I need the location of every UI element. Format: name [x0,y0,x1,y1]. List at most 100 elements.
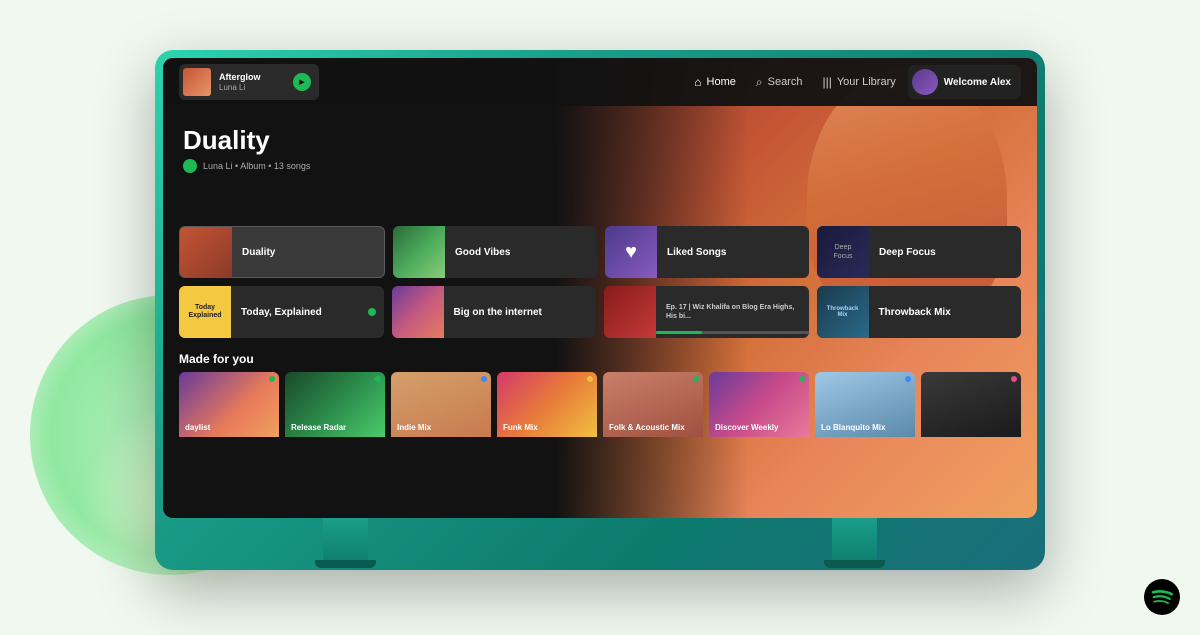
album-title: Duality [183,126,1017,155]
grid-card-liked-songs[interactable]: ♥ Liked Songs [605,226,809,278]
made-for-you-section: Made for you daylist Release Radar [163,346,1037,457]
tv-leg-right [832,518,877,568]
more-dot [1011,376,1017,382]
user-avatar [912,69,938,95]
lo-blanquito-thumb: Lo Blanquito Mix [815,372,915,437]
song-count: 13 songs [274,161,311,171]
tv-frame: Afterglow Luna Li ▶ ⌂ Home ⌕ Search [155,50,1045,570]
tv-legs [163,518,1037,573]
welcome-badge[interactable]: Welcome Alex [908,65,1021,99]
deepfocus-inner-text: Deep Focus [833,243,852,261]
search-icon: ⌕ [756,75,763,90]
folk-acoustic-label: Folk & Acoustic Mix [609,423,697,433]
today-explained-label: Today, Explained [231,307,368,318]
today-exp-text: Today Explained [188,304,221,321]
folk-acoustic-thumb: Folk & Acoustic Mix [603,372,703,437]
discover-weekly-dot [799,376,805,382]
now-playing-thumbnail [183,68,211,96]
discover-weekly-thumb: Discover Weekly [709,372,809,437]
nav-search[interactable]: ⌕ Search [756,75,803,90]
card-daylist[interactable]: daylist [179,372,279,457]
nav-search-label: Search [768,76,803,88]
card-release-radar[interactable]: Release Radar [285,372,385,457]
nav-home[interactable]: ⌂ Home [694,75,736,89]
grid-card-duality[interactable]: Duality [179,226,385,278]
throwback-thumbnail: Throwback Mix [817,286,869,338]
folk-acoustic-dot [693,376,699,382]
duality-label: Duality [232,247,384,258]
library-icon: ||| [822,75,831,89]
home-icon: ⌂ [694,75,701,89]
card-discover-weekly[interactable]: Discover Weekly [709,372,809,457]
card-folk-acoustic[interactable]: Folk & Acoustic Mix [603,372,703,457]
grid-section: Duality Good Vibes ♥ Liked Songs [163,226,1037,338]
lo-blanquito-label: Lo Blanquito Mix [821,423,909,433]
grid-card-deep-focus[interactable]: Deep Focus Deep Focus [817,226,1021,278]
goodvibes-label: Good Vibes [445,247,597,258]
funk-mix-label: Funk Mix [503,423,591,433]
grid-card-goodvibes[interactable]: Good Vibes [393,226,597,278]
screen-content: Afterglow Luna Li ▶ ⌂ Home ⌕ Search [163,58,1037,518]
grid-row-1: Duality Good Vibes ♥ Liked Songs [179,226,1021,278]
nav-home-label: Home [707,76,736,88]
welcome-text: Welcome Alex [944,77,1011,88]
nav-links: ⌂ Home ⌕ Search ||| Your Library [694,75,895,90]
now-playing-title: Afterglow [219,72,285,83]
playing-dot [368,308,376,316]
more-thumb [921,372,1021,437]
throwback-inner-text: Throwback Mix [827,306,859,318]
throwback-mix-label: Throwback Mix [869,307,1022,318]
artist-icon [183,159,197,173]
navbar: Afterglow Luna Li ▶ ⌂ Home ⌕ Search [163,58,1037,106]
daylist-label: daylist [185,423,273,433]
release-radar-thumb: Release Radar [285,372,385,437]
grid-card-today-explained[interactable]: Today Explained Today, Explained [179,286,384,338]
artist-name: Luna Li [203,161,233,171]
daylist-thumb: daylist [179,372,279,437]
card-more[interactable] [921,372,1021,457]
play-button[interactable]: ▶ [293,73,311,91]
deep-focus-label: Deep Focus [869,247,1021,258]
funk-mix-dot [587,376,593,382]
grid-card-throwback[interactable]: Throwback Mix Throwback Mix [817,286,1022,338]
deepfocus-thumbnail: Deep Focus [817,226,869,278]
nav-library[interactable]: ||| Your Library [822,75,895,89]
now-playing-pill[interactable]: Afterglow Luna Li ▶ [179,64,319,100]
hero-section: Duality Luna Li • Album • 13 songs [163,106,1037,226]
ep17-thumbnail [604,286,656,338]
card-lo-blanquito[interactable]: Lo Blanquito Mix [815,372,915,457]
now-playing-info: Afterglow Luna Li [219,72,285,92]
album-meta-text: Luna Li • Album • 13 songs [203,161,310,171]
nav-library-label: Your Library [837,76,896,88]
grid-card-big-internet[interactable]: Big on the internet [392,286,597,338]
progress-bar-fill [656,331,702,334]
album-type: Album [240,161,266,171]
made-for-you-cards: daylist Release Radar Indie Mix [179,372,1021,457]
biginternet-thumbnail [392,286,444,338]
progress-bar-container [656,331,809,334]
release-radar-label: Release Radar [291,423,379,433]
album-meta: Luna Li • Album • 13 songs [183,159,1017,173]
funk-mix-thumb: Funk Mix [497,372,597,437]
duality-thumbnail [180,226,232,278]
indie-mix-thumb: Indie Mix [391,372,491,437]
daylist-dot [269,376,275,382]
made-for-you-title: Made for you [179,352,1021,366]
tv-leg-left [323,518,368,568]
release-radar-dot [375,376,381,382]
liked-songs-label: Liked Songs [657,247,809,258]
discover-weekly-label: Discover Weekly [715,423,803,433]
now-playing-artist: Luna Li [219,83,285,93]
card-funk-mix[interactable]: Funk Mix [497,372,597,457]
ep17-label: Ep. 17 | Wiz Khalifa on Blog Era Highs, … [656,303,809,321]
grid-row-2: Today Explained Today, Explained Big on … [179,286,1021,338]
tv-screen: Afterglow Luna Li ▶ ⌂ Home ⌕ Search [163,58,1037,518]
grid-card-ep17[interactable]: Ep. 17 | Wiz Khalifa on Blog Era Highs, … [604,286,809,338]
card-indie-mix[interactable]: Indie Mix [391,372,491,457]
goodvibes-thumbnail [393,226,445,278]
liked-thumbnail: ♥ [605,226,657,278]
indie-mix-dot [481,376,487,382]
big-internet-label: Big on the internet [444,307,597,318]
indie-mix-label: Indie Mix [397,423,485,433]
todayexp-thumbnail: Today Explained [179,286,231,338]
